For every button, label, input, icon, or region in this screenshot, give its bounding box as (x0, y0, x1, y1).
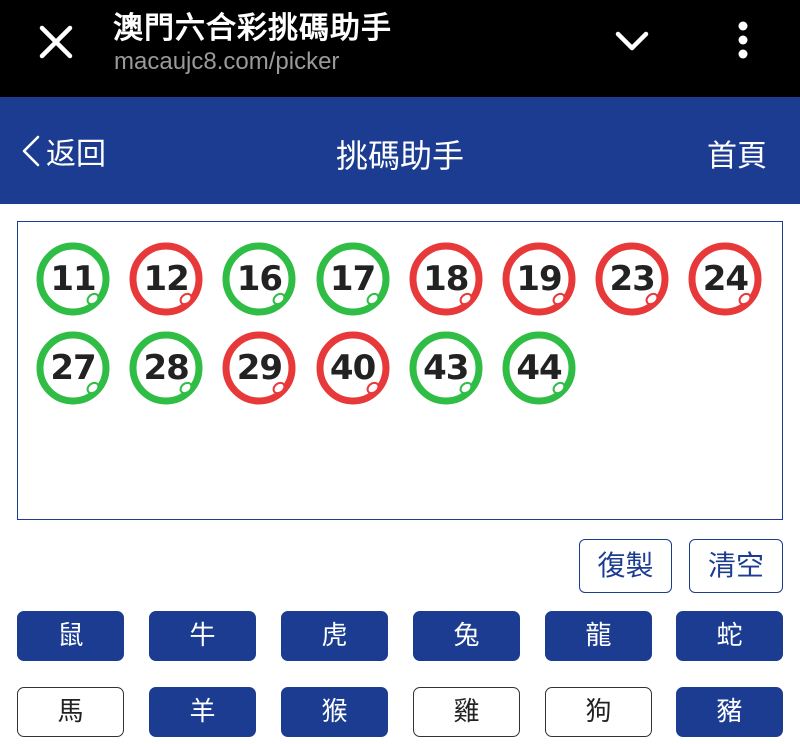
number-ball[interactable]: 44 (501, 330, 577, 406)
ball-number: 29 (236, 348, 283, 388)
browser-page-title: 澳門六合彩挑碼助手 (113, 11, 392, 46)
app-header: 返回 挑碼助手 首頁 (0, 97, 800, 204)
page-title: 挑碼助手 (335, 137, 464, 175)
ball-number: 11 (50, 259, 96, 299)
ball-number: 24 (702, 259, 749, 299)
zodiac-button[interactable]: 雞 (413, 687, 520, 737)
ball-number: 18 (423, 259, 469, 299)
zodiac-button[interactable]: 羊 (149, 687, 256, 737)
zodiac-button[interactable]: 牛 (149, 611, 256, 661)
copy-button[interactable]: 復製 (579, 539, 672, 593)
ball-number: 27 (50, 348, 96, 388)
zodiac-button[interactable]: 豬 (676, 687, 783, 737)
zodiac-button[interactable]: 兔 (413, 611, 520, 661)
ball-number: 16 (236, 259, 283, 299)
number-ball[interactable]: 17 (315, 241, 391, 317)
ball-number: 28 (143, 348, 190, 388)
chevron-down-icon[interactable] (612, 24, 652, 60)
number-ball[interactable]: 43 (408, 330, 484, 406)
number-ball[interactable]: 28 (128, 330, 204, 406)
number-ball[interactable]: 11 (35, 241, 111, 317)
ball-number: 19 (516, 259, 562, 299)
browser-url[interactable]: macaujc8.com/picker (114, 48, 339, 76)
number-ball[interactable]: 19 (501, 241, 577, 317)
more-options-icon[interactable] (730, 18, 756, 62)
number-ball[interactable]: 16 (221, 241, 297, 317)
selected-numbers-panel: 11 12 16 17 18 19 23 24 27 28 29 40 43 44 (17, 221, 783, 520)
number-ball[interactable]: 18 (408, 241, 484, 317)
zodiac-button[interactable]: 蛇 (676, 611, 783, 661)
number-ball[interactable]: 12 (128, 241, 204, 317)
ball-number: 40 (329, 348, 376, 388)
zodiac-button[interactable]: 馬 (17, 687, 124, 737)
clear-button[interactable]: 清空 (689, 539, 783, 593)
number-ball[interactable]: 27 (35, 330, 111, 406)
number-ball[interactable]: 24 (687, 241, 763, 317)
ball-number: 44 (516, 348, 562, 388)
ball-number: 17 (329, 259, 376, 299)
zodiac-button[interactable]: 龍 (545, 611, 652, 661)
ball-number: 12 (143, 259, 190, 299)
zodiac-button[interactable]: 虎 (281, 611, 388, 661)
browser-toolbar: 澳門六合彩挑碼助手 macaujc8.com/picker (0, 0, 800, 97)
close-icon[interactable] (36, 22, 76, 62)
zodiac-button[interactable]: 狗 (545, 687, 652, 737)
number-ball[interactable]: 29 (221, 330, 297, 406)
number-ball[interactable]: 40 (315, 330, 391, 406)
ball-number: 43 (423, 348, 469, 388)
zodiac-button[interactable]: 鼠 (17, 611, 124, 661)
number-ball[interactable]: 23 (594, 241, 670, 317)
zodiac-button[interactable]: 猴 (281, 687, 388, 737)
home-button[interactable]: 首頁 (707, 131, 767, 175)
ball-number: 23 (609, 259, 656, 299)
